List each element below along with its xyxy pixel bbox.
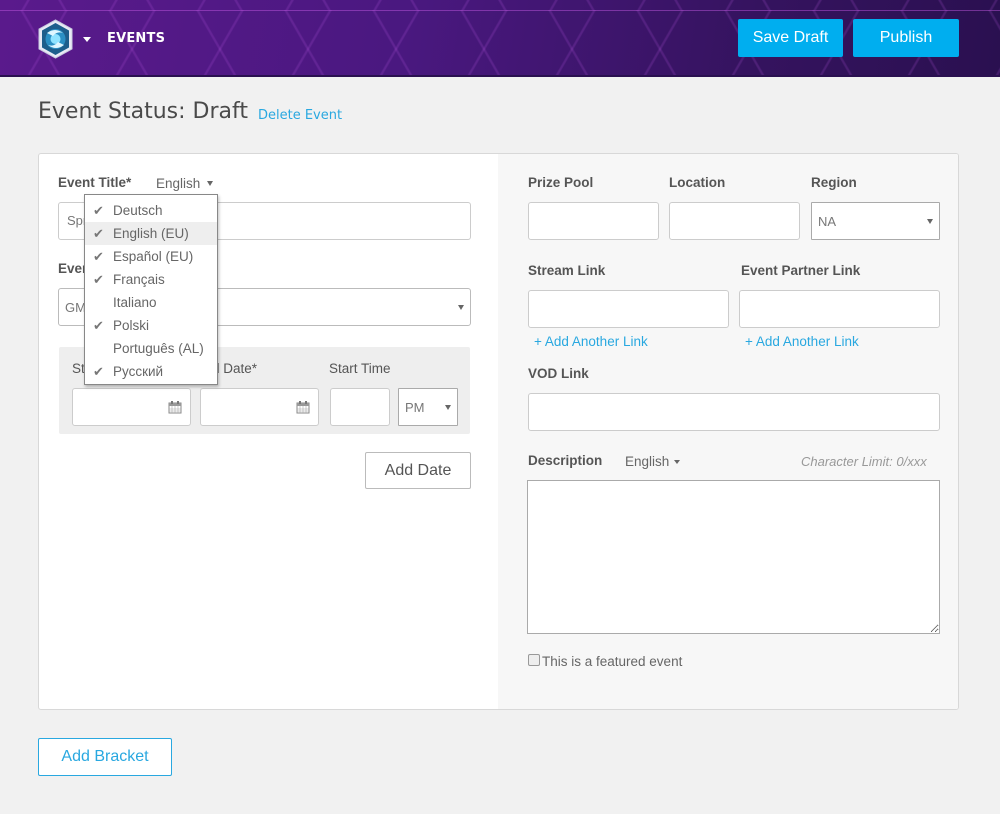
language-option[interactable]: Português (AL) [85, 337, 217, 360]
delete-event-link[interactable]: Delete Event [258, 108, 342, 123]
caret-down-icon [927, 218, 933, 224]
ampm-select[interactable]: PM [398, 388, 458, 426]
check-icon: ✔ [93, 363, 104, 379]
ampm-value: PM [405, 399, 425, 415]
description-language: English [625, 454, 670, 469]
end-date-input[interactable] [200, 388, 319, 426]
language-option[interactable]: ✔ Русский [85, 360, 217, 383]
check-icon: ✔ [93, 317, 104, 333]
language-dropdown-menu: ✔ Deutsch ✔ English (EU) ✔ Español (EU) … [84, 194, 218, 385]
top-navigation-bar: EVENTS Save Draft Publish [0, 0, 1000, 77]
add-partner-link[interactable]: + Add Another Link [745, 334, 859, 349]
add-date-button[interactable]: Add Date [365, 452, 471, 489]
location-input[interactable] [669, 202, 800, 240]
vod-link-label: VOD Link [528, 366, 589, 381]
partner-link-input[interactable] [739, 290, 940, 328]
region-value: NA [818, 213, 837, 229]
partner-link-label: Event Partner Link [741, 263, 861, 278]
language-option[interactable]: ✔ English (EU) [85, 222, 217, 245]
prize-pool-label: Prize Pool [528, 175, 594, 190]
language-option[interactable]: ✔ Polski [85, 314, 217, 337]
event-title-language-toggle[interactable]: English [156, 176, 214, 191]
app-switcher-caret-icon[interactable] [83, 37, 91, 42]
language-option[interactable]: ✔ Español (EU) [85, 245, 217, 268]
timezone-value: GM [65, 299, 86, 315]
caret-down-icon [674, 459, 681, 464]
description-label: Description [528, 453, 603, 468]
start-time-input[interactable] [330, 388, 390, 426]
region-select[interactable]: NA [811, 202, 940, 240]
vod-link-input[interactable] [528, 393, 940, 431]
save-draft-button[interactable]: Save Draft [738, 19, 843, 57]
language-option-label: Français [113, 272, 165, 287]
language-option-label: Español (EU) [113, 249, 194, 264]
start-time-label: Start Time [329, 361, 391, 376]
heroes-logo-icon[interactable] [37, 19, 74, 59]
stream-link-label: Stream Link [528, 263, 606, 278]
language-option-label: Русский [113, 364, 164, 379]
event-title-label: Event Title* [58, 175, 132, 190]
language-option-label: Deutsch [113, 203, 163, 218]
language-option[interactable]: ✔ Deutsch [85, 199, 217, 222]
language-option-label: Português (AL) [113, 341, 204, 356]
calendar-icon[interactable] [296, 400, 310, 414]
caret-down-icon [445, 404, 451, 410]
check-icon: ✔ [93, 271, 104, 287]
region-label: Region [811, 175, 857, 190]
add-stream-link[interactable]: + Add Another Link [534, 334, 648, 349]
featured-event-label: This is a featured event [542, 654, 683, 669]
caret-down-icon [207, 181, 214, 186]
prize-pool-input[interactable] [528, 202, 659, 240]
check-icon: ✔ [93, 248, 104, 264]
caret-down-icon [458, 304, 464, 310]
language-option-label: Polski [113, 318, 150, 333]
nav-events[interactable]: EVENTS [107, 31, 165, 46]
featured-event-checkbox[interactable]: This is a featured event [528, 654, 682, 669]
language-option-label: Italiano [113, 295, 157, 310]
language-option[interactable]: Italiano [85, 291, 217, 314]
description-textarea[interactable] [527, 480, 940, 634]
description-language-toggle[interactable]: English [625, 454, 681, 469]
publish-button[interactable]: Publish [853, 19, 959, 57]
check-icon: ✔ [93, 225, 104, 241]
add-bracket-button[interactable]: Add Bracket [38, 738, 172, 776]
end-date-label: d Date* [212, 361, 258, 376]
language-option-label: English (EU) [113, 226, 189, 241]
check-icon: ✔ [93, 202, 104, 218]
checkbox[interactable] [528, 654, 540, 666]
stream-link-input[interactable] [528, 290, 729, 328]
start-date-input[interactable] [72, 388, 191, 426]
location-label: Location [669, 175, 726, 190]
start-date-label: St [72, 361, 85, 376]
header-accent-line [0, 10, 1000, 11]
header-bottom-border [0, 75, 1000, 77]
page-title: Event Status: Draft [38, 99, 248, 124]
event-title-language: English [156, 176, 201, 191]
language-option[interactable]: ✔ Français [85, 268, 217, 291]
calendar-icon[interactable] [168, 400, 182, 414]
character-limit: Character Limit: 0/xxx [801, 454, 927, 469]
